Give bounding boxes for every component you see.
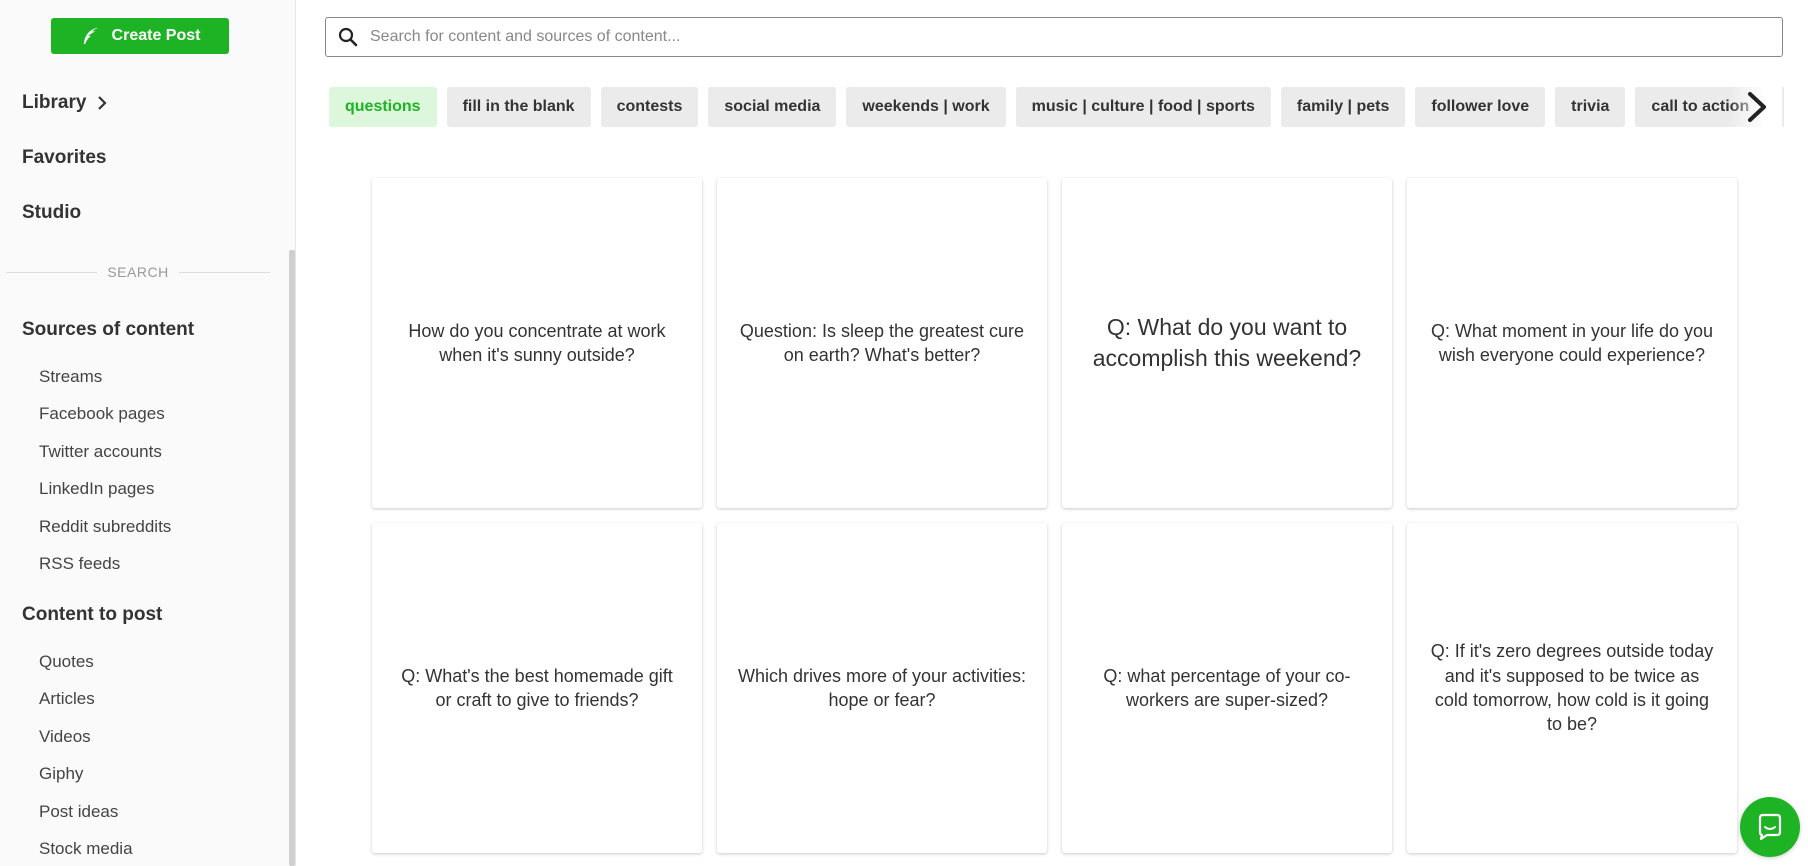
chip-weekends-work[interactable]: weekends | work bbox=[846, 87, 1006, 127]
chat-bubble-icon bbox=[1758, 813, 1782, 841]
search-divider-label: SEARCH bbox=[107, 264, 169, 280]
chip-questions[interactable]: questions bbox=[329, 87, 437, 127]
chevron-right-icon bbox=[1748, 92, 1766, 122]
post-idea-card[interactable]: Q: What's the best homemade gift or craf… bbox=[372, 523, 702, 853]
create-post-button[interactable]: Create Post bbox=[51, 18, 229, 54]
card-text: Q: What do you want to accomplish this w… bbox=[1092, 313, 1362, 371]
favorites-label: Favorites bbox=[22, 147, 107, 168]
sidebar-item-favorites[interactable]: Favorites bbox=[22, 147, 106, 169]
search-input[interactable] bbox=[370, 28, 1750, 46]
sidebar-item-videos[interactable]: Videos bbox=[39, 727, 91, 747]
search-icon bbox=[338, 27, 358, 47]
sidebar-item-reddit-subreddits[interactable]: Reddit subreddits bbox=[39, 517, 171, 537]
chip-follower-love[interactable]: follower love bbox=[1415, 87, 1546, 127]
chip-family-pets[interactable]: family | pets bbox=[1280, 87, 1406, 127]
divider-line-left bbox=[6, 271, 98, 273]
sidebar-item-streams[interactable]: Streams bbox=[39, 367, 102, 387]
studio-label: Studio bbox=[22, 202, 82, 223]
sidebar-item-studio[interactable]: Studio bbox=[22, 202, 81, 224]
sidebar-item-quotes[interactable]: Quotes bbox=[39, 652, 94, 672]
sidebar-scrollbar[interactable] bbox=[289, 250, 295, 866]
post-idea-card[interactable]: Question: Is sleep the greatest cure on … bbox=[717, 178, 1047, 508]
sidebar-item-rss-feeds[interactable]: RSS feeds bbox=[39, 554, 120, 574]
post-idea-card[interactable]: Q: what percentage of your co-workers ar… bbox=[1062, 523, 1392, 853]
chip-music-culture-food-sports[interactable]: music | culture | food | sports bbox=[1015, 87, 1271, 127]
post-idea-card[interactable]: Q: What do you want to accomplish this w… bbox=[1062, 178, 1392, 508]
feather-icon bbox=[83, 27, 98, 45]
card-text: Q: what percentage of your co-workers ar… bbox=[1103, 665, 1351, 710]
chips-next-button[interactable] bbox=[1742, 90, 1772, 124]
create-post-label: Create Post bbox=[111, 27, 201, 44]
post-idea-card[interactable]: Which drives more of your activities: ho… bbox=[717, 523, 1047, 853]
category-chips: questions fill in the blank contests soc… bbox=[329, 87, 1780, 127]
sidebar-item-twitter-accounts[interactable]: Twitter accounts bbox=[39, 442, 162, 462]
sidebar-item-articles[interactable]: Articles bbox=[39, 689, 95, 709]
chips-edge bbox=[1782, 87, 1784, 127]
chat-button[interactable] bbox=[1740, 797, 1800, 857]
card-text: Q: What's the best homemade gift or craf… bbox=[401, 665, 673, 710]
chip-trivia[interactable]: trivia bbox=[1555, 87, 1626, 127]
search-divider: SEARCH bbox=[6, 264, 271, 280]
sources-section-title: Sources of content bbox=[22, 319, 195, 340]
sidebar-item-giphy[interactable]: Giphy bbox=[39, 764, 83, 784]
card-text: Question: Is sleep the greatest cure on … bbox=[739, 320, 1025, 365]
card-text: Q: What moment in your life do you wish … bbox=[1430, 320, 1714, 365]
chip-contests[interactable]: contests bbox=[600, 87, 699, 127]
card-text: Which drives more of your activities: ho… bbox=[737, 665, 1027, 710]
sidebar-item-post-ideas[interactable]: Post ideas bbox=[39, 802, 118, 822]
chevron-right-icon bbox=[98, 96, 107, 110]
sidebar-item-library[interactable]: Library bbox=[22, 92, 108, 114]
sidebar-item-linkedin-pages[interactable]: LinkedIn pages bbox=[39, 479, 154, 499]
post-idea-card[interactable]: How do you concentrate at work when it's… bbox=[372, 178, 702, 508]
card-text: Q: If it's zero degrees outside today an… bbox=[1430, 641, 1714, 735]
library-label: Library bbox=[22, 92, 87, 113]
sidebar: Create Post Library Favorites Studio SEA… bbox=[0, 0, 296, 866]
post-idea-card[interactable]: Q: If it's zero degrees outside today an… bbox=[1407, 523, 1737, 853]
content-section-title: Content to post bbox=[22, 604, 163, 625]
sidebar-item-facebook-pages[interactable]: Facebook pages bbox=[39, 404, 165, 424]
chip-fill-in-the-blank[interactable]: fill in the blank bbox=[446, 87, 591, 127]
card-text: How do you concentrate at work when it's… bbox=[408, 320, 666, 365]
search-bar[interactable] bbox=[325, 17, 1783, 57]
divider-line-right bbox=[178, 271, 271, 273]
chip-social-media[interactable]: social media bbox=[708, 87, 837, 127]
sidebar-item-stock-media[interactable]: Stock media bbox=[39, 839, 133, 859]
post-idea-card[interactable]: Q: What moment in your life do you wish … bbox=[1407, 178, 1737, 508]
